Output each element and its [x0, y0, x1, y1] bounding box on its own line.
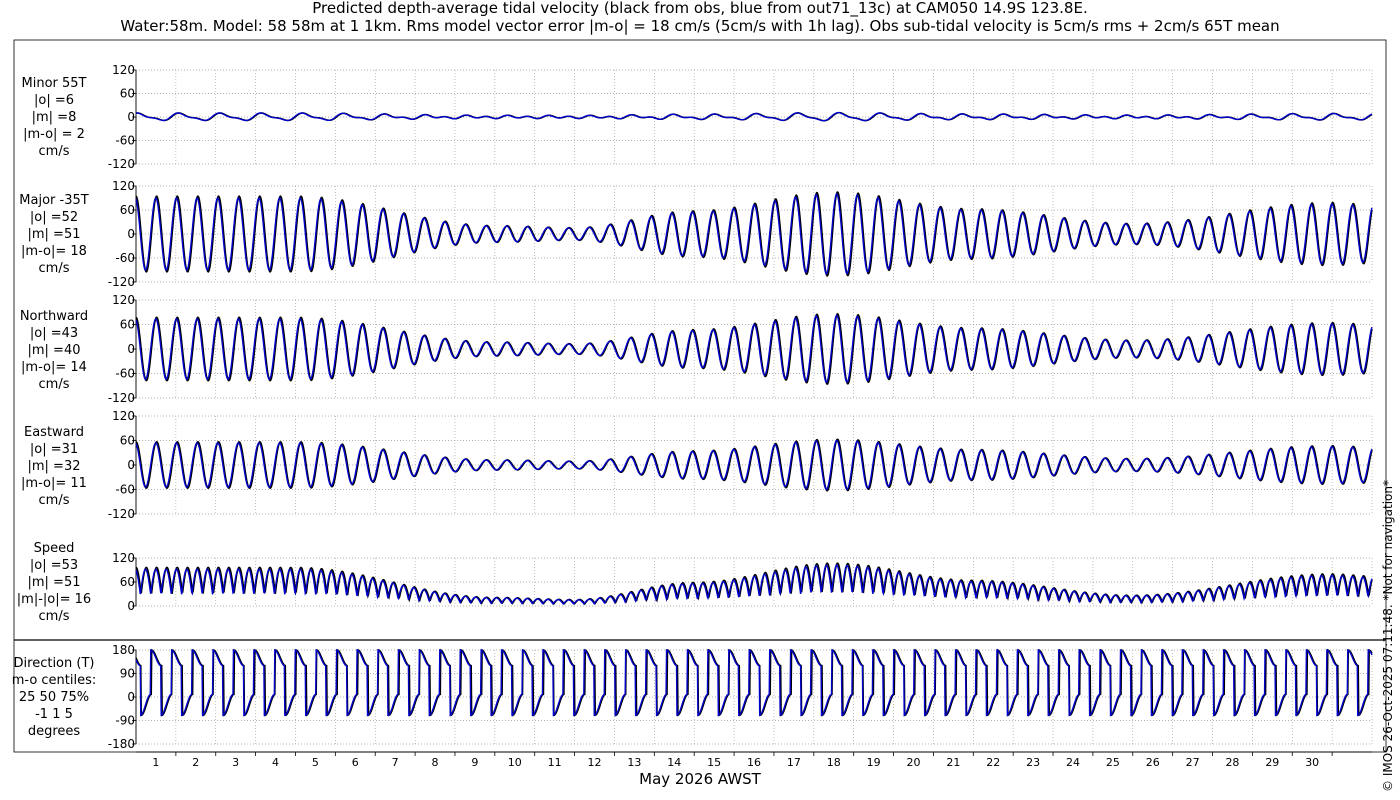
x-tick-label: 17 — [787, 756, 801, 769]
series-model-dir — [135, 648, 1373, 717]
x-tick-label: 27 — [1186, 756, 1200, 769]
x-tick-label: 15 — [707, 756, 721, 769]
x-tick-label: 19 — [867, 756, 881, 769]
y-tick-label: -60 — [115, 134, 135, 148]
y-tick-label: 60 — [120, 203, 135, 217]
y-tick-label: 120 — [112, 63, 135, 77]
y-tick-label: 120 — [112, 293, 135, 307]
y-tick-label: 60 — [120, 434, 135, 448]
chart-title-line2: Water:58m. Model: 58 58m at 1 1km. Rms m… — [120, 17, 1280, 35]
y-tick-label: 0 — [127, 458, 135, 472]
y-tick-label: 0 — [127, 599, 135, 613]
panel-label-north: Northward |o| =43 |m| =40 |m-o|= 14 cm/s — [19, 309, 89, 392]
x-tick-label: 23 — [1026, 756, 1040, 769]
x-tick-label: 22 — [986, 756, 1000, 769]
x-tick-label: 12 — [588, 756, 602, 769]
x-tick-label: 30 — [1305, 756, 1319, 769]
copyright-notice: © IMOS 26-Oct-2025 07:11:48. *Not for na… — [1381, 480, 1395, 792]
y-tick-label: 90 — [120, 667, 135, 681]
x-tick-label: 9 — [471, 756, 478, 769]
x-tick-label: 24 — [1066, 756, 1080, 769]
y-tick-label: 60 — [120, 575, 135, 589]
x-tick-label: 29 — [1265, 756, 1279, 769]
y-tick-label: 60 — [120, 87, 135, 101]
y-tick-label: 0 — [127, 110, 135, 124]
y-tick-label: 120 — [112, 551, 135, 565]
x-tick-label: 25 — [1106, 756, 1120, 769]
y-tick-label: 0 — [127, 690, 135, 704]
x-tick-label: 28 — [1225, 756, 1239, 769]
x-tick-label: 13 — [627, 756, 641, 769]
x-tick-label: 16 — [747, 756, 761, 769]
y-tick-label: -60 — [115, 483, 135, 497]
y-tick-label: 120 — [112, 409, 135, 423]
x-tick-label: 10 — [508, 756, 522, 769]
tidal-velocity-figure: 120600-60-120120600-60-120120600-60-1201… — [13, 39, 1387, 769]
y-tick-label: -60 — [115, 367, 135, 381]
x-axis-label: May 2026 AWST — [639, 770, 761, 788]
series-model-speed — [135, 564, 1373, 606]
y-tick-label: -60 — [115, 251, 135, 265]
series-obs-speed — [135, 562, 1373, 606]
x-tick-label: 18 — [827, 756, 841, 769]
y-tick-label: 180 — [112, 643, 135, 657]
figure-frame — [13, 39, 1387, 753]
x-tick-label: 5 — [312, 756, 319, 769]
panel-label-speed: Speed |o| =53 |m| =51 |m|-|o|= 16 cm/s — [16, 541, 92, 624]
y-tick-label: 120 — [112, 179, 135, 193]
x-tick-label: 1 — [152, 756, 159, 769]
y-tick-label: -120 — [108, 391, 135, 405]
y-tick-label: 60 — [120, 318, 135, 332]
x-tick-label: 7 — [392, 756, 399, 769]
x-tick-label: 3 — [232, 756, 239, 769]
y-tick-label: -90 — [115, 714, 135, 728]
x-tick-label: 8 — [432, 756, 439, 769]
x-tick-label: 14 — [667, 756, 681, 769]
y-tick-label: 0 — [127, 227, 135, 241]
x-tick-label: 21 — [946, 756, 960, 769]
y-tick-label: 0 — [127, 342, 135, 356]
x-tick-label: 6 — [352, 756, 359, 769]
chart-title-line1: Predicted depth-average tidal velocity (… — [312, 0, 1088, 17]
panel-label-minor: Minor 55T |o| =6 |m| =8 |m-o| = 2 cm/s — [21, 76, 87, 159]
x-tick-label: 20 — [906, 756, 920, 769]
x-tick-label: 11 — [548, 756, 562, 769]
panel-label-east: Eastward |o| =31 |m| =32 |m-o|= 11 cm/s — [21, 425, 87, 508]
x-tick-label: 26 — [1146, 756, 1160, 769]
x-tick-label: 4 — [272, 756, 279, 769]
panel-label-major: Major -35T |o| =52 |m| =51 |m-o|= 18 cm/… — [19, 193, 89, 276]
y-tick-label: -120 — [108, 507, 135, 521]
panel-label-direction: Direction (T) m-o centiles: 25 50 75% -1… — [11, 656, 97, 739]
x-tick-label: 2 — [192, 756, 199, 769]
y-tick-label: -120 — [108, 157, 135, 171]
y-tick-label: -180 — [108, 737, 135, 751]
y-tick-label: -120 — [108, 275, 135, 289]
